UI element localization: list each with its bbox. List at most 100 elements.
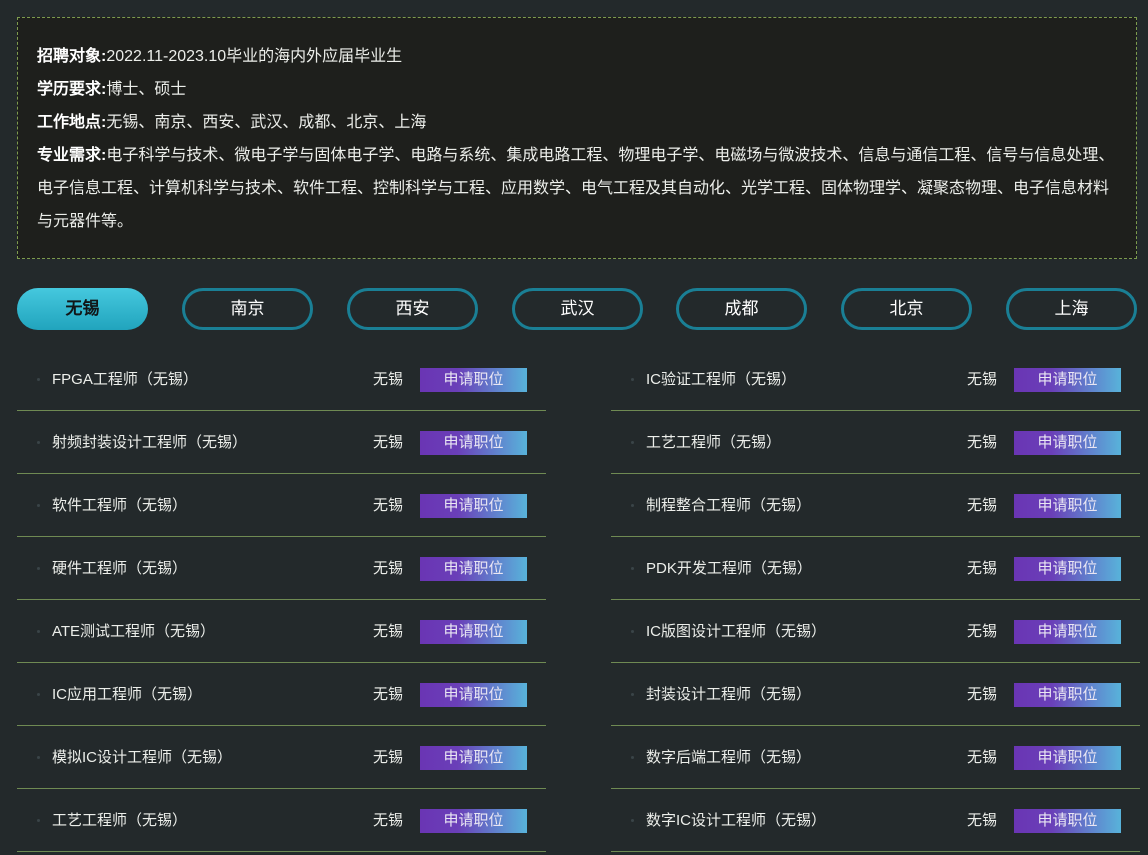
- job-title[interactable]: ATE测试工程师（无锡）: [52, 622, 215, 642]
- bullet-dot: [37, 756, 40, 759]
- job-row[interactable]: IC验证工程师（无锡） 无锡 申请职位: [611, 348, 1140, 411]
- info-education: 学历要求:博士、硕士: [37, 73, 1118, 106]
- tab-nanjing[interactable]: 南京: [182, 288, 313, 330]
- info-location: 工作地点:无锡、南京、西安、武汉、成都、北京、上海: [37, 106, 1118, 139]
- job-row[interactable]: 软件工程师（无锡） 无锡 申请职位: [17, 474, 546, 537]
- job-row[interactable]: 制程整合工程师（无锡） 无锡 申请职位: [611, 474, 1140, 537]
- job-location: 无锡: [373, 497, 404, 514]
- apply-button[interactable]: 申请职位: [420, 557, 527, 581]
- job-location: 无锡: [373, 434, 404, 451]
- job-title[interactable]: 制程整合工程师（无锡）: [646, 496, 811, 516]
- tab-wuxi[interactable]: 无锡: [17, 288, 148, 330]
- job-row[interactable]: 数字后端工程师（无锡） 无锡 申请职位: [611, 726, 1140, 789]
- info-location-value: 无锡、南京、西安、武汉、成都、北京、上海: [106, 114, 427, 131]
- bullet-dot: [37, 441, 40, 444]
- bullet-dot: [631, 819, 634, 822]
- job-title[interactable]: 模拟IC设计工程师（无锡）: [52, 748, 232, 768]
- job-title[interactable]: 工艺工程师（无锡）: [52, 811, 187, 831]
- job-row[interactable]: 工艺工程师（无锡） 无锡 申请职位: [17, 789, 546, 852]
- bullet-dot: [631, 630, 634, 633]
- job-title[interactable]: 数字后端工程师（无锡）: [646, 748, 811, 768]
- job-title[interactable]: FPGA工程师（无锡）: [52, 370, 198, 390]
- job-title[interactable]: IC验证工程师（无锡）: [646, 370, 796, 390]
- apply-button[interactable]: 申请职位: [420, 494, 527, 518]
- job-list-left: FPGA工程师（无锡） 无锡 申请职位 射频封装设计工程师（无锡） 无锡 申请职位 软件工程…: [17, 348, 546, 852]
- apply-button[interactable]: 申请职位: [420, 683, 527, 707]
- job-location: 无锡: [373, 560, 404, 577]
- tab-chengdu[interactable]: 成都: [676, 288, 807, 330]
- job-row[interactable]: 工艺工程师（无锡） 无锡 申请职位: [611, 411, 1140, 474]
- info-target: 招聘对象:2022.11-2023.10毕业的海内外应届毕业生: [37, 40, 1118, 73]
- job-row[interactable]: 硬件工程师（无锡） 无锡 申请职位: [17, 537, 546, 600]
- apply-button[interactable]: 申请职位: [420, 368, 527, 392]
- job-title[interactable]: IC版图设计工程师（无锡）: [646, 622, 826, 642]
- bullet-dot: [631, 504, 634, 507]
- job-location: 无锡: [967, 497, 998, 514]
- info-location-label: 工作地点:: [37, 114, 107, 131]
- job-row[interactable]: PDK开发工程师（无锡） 无锡 申请职位: [611, 537, 1140, 600]
- apply-button[interactable]: 申请职位: [1014, 557, 1121, 581]
- info-target-label: 招聘对象:: [37, 48, 107, 65]
- apply-button[interactable]: 申请职位: [1014, 683, 1121, 707]
- info-major-value: 电子科学与技术、微电子学与固体电子学、电路与系统、集成电路工程、物理电子学、电磁…: [37, 147, 1115, 230]
- job-title[interactable]: 工艺工程师（无锡）: [646, 433, 781, 453]
- job-location: 无锡: [373, 812, 404, 829]
- apply-button[interactable]: 申请职位: [1014, 620, 1121, 644]
- apply-button[interactable]: 申请职位: [1014, 368, 1121, 392]
- apply-button[interactable]: 申请职位: [1014, 809, 1121, 833]
- bullet-dot: [631, 378, 634, 381]
- info-education-label: 学历要求:: [37, 81, 107, 98]
- job-title[interactable]: 硬件工程师（无锡）: [52, 559, 187, 579]
- apply-button[interactable]: 申请职位: [1014, 431, 1121, 455]
- job-location: 无锡: [967, 371, 998, 388]
- job-row[interactable]: 封装设计工程师（无锡） 无锡 申请职位: [611, 663, 1140, 726]
- job-location: 无锡: [967, 749, 998, 766]
- job-location: 无锡: [967, 812, 998, 829]
- job-title[interactable]: PDK开发工程师（无锡）: [646, 559, 812, 579]
- job-location: 无锡: [373, 371, 404, 388]
- job-title[interactable]: 封装设计工程师（无锡）: [646, 685, 811, 705]
- job-location: 无锡: [967, 686, 998, 703]
- tab-shanghai[interactable]: 上海: [1006, 288, 1137, 330]
- apply-button[interactable]: 申请职位: [420, 746, 527, 770]
- job-location: 无锡: [967, 623, 998, 640]
- bullet-dot: [631, 567, 634, 570]
- bullet-dot: [37, 693, 40, 696]
- city-tabs: 无锡 南京 西安 武汉 成都 北京 上海: [17, 288, 1137, 330]
- job-title[interactable]: IC应用工程师（无锡）: [52, 685, 202, 705]
- apply-button[interactable]: 申请职位: [1014, 494, 1121, 518]
- tab-xian[interactable]: 西安: [347, 288, 478, 330]
- tab-wuhan[interactable]: 武汉: [512, 288, 643, 330]
- job-title[interactable]: 软件工程师（无锡）: [52, 496, 187, 516]
- bullet-dot: [37, 378, 40, 381]
- job-row[interactable]: FPGA工程师（无锡） 无锡 申请职位: [17, 348, 546, 411]
- job-location: 无锡: [373, 686, 404, 703]
- bullet-dot: [37, 504, 40, 507]
- bullet-dot: [631, 693, 634, 696]
- job-title[interactable]: 射频封装设计工程师（无锡）: [52, 433, 247, 453]
- bullet-dot: [631, 756, 634, 759]
- apply-button[interactable]: 申请职位: [420, 809, 527, 833]
- job-location: 无锡: [373, 749, 404, 766]
- apply-button[interactable]: 申请职位: [420, 620, 527, 644]
- job-list-right: IC验证工程师（无锡） 无锡 申请职位 工艺工程师（无锡） 无锡 申请职位 制程整合工程师（…: [611, 348, 1140, 852]
- job-location: 无锡: [373, 623, 404, 640]
- job-location: 无锡: [967, 434, 998, 451]
- job-row[interactable]: 模拟IC设计工程师（无锡） 无锡 申请职位: [17, 726, 546, 789]
- recruitment-info-box: 招聘对象:2022.11-2023.10毕业的海内外应届毕业生 学历要求:博士、…: [17, 17, 1137, 259]
- info-major: 专业需求:电子科学与技术、微电子学与固体电子学、电路与系统、集成电路工程、物理电…: [37, 139, 1118, 238]
- job-row[interactable]: IC应用工程师（无锡） 无锡 申请职位: [17, 663, 546, 726]
- info-major-label: 专业需求:: [37, 147, 107, 164]
- bullet-dot: [631, 441, 634, 444]
- job-row[interactable]: IC版图设计工程师（无锡） 无锡 申请职位: [611, 600, 1140, 663]
- job-location: 无锡: [967, 560, 998, 577]
- apply-button[interactable]: 申请职位: [420, 431, 527, 455]
- tab-beijing[interactable]: 北京: [841, 288, 972, 330]
- job-row[interactable]: 数字IC设计工程师（无锡） 无锡 申请职位: [611, 789, 1140, 852]
- bullet-dot: [37, 819, 40, 822]
- job-title[interactable]: 数字IC设计工程师（无锡）: [646, 811, 826, 831]
- apply-button[interactable]: 申请职位: [1014, 746, 1121, 770]
- job-row[interactable]: 射频封装设计工程师（无锡） 无锡 申请职位: [17, 411, 546, 474]
- job-row[interactable]: ATE测试工程师（无锡） 无锡 申请职位: [17, 600, 546, 663]
- info-education-value: 博士、硕士: [106, 81, 187, 98]
